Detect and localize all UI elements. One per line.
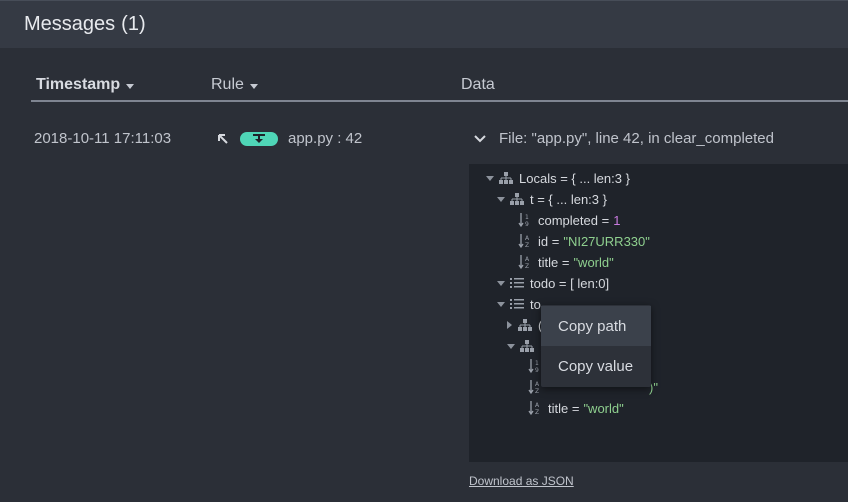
svg-text:Z: Z: [535, 409, 539, 416]
download-json-link[interactable]: Download as JSON: [469, 474, 574, 488]
chevron-down-icon: [474, 134, 486, 142]
svg-text:9: 9: [525, 221, 529, 228]
number-type-icon: 19: [518, 212, 532, 228]
collapsed-caret-icon[interactable]: [507, 321, 512, 329]
node-value: "world": [573, 254, 614, 270]
tree-node-completed[interactable]: 19 completed = 1: [518, 210, 620, 230]
string-type-icon: AZ: [528, 400, 542, 416]
arrow-up-left-icon[interactable]: [216, 132, 230, 146]
expand-caret-icon[interactable]: [497, 301, 505, 307]
header-divider: [31, 100, 848, 102]
node-label: todo = [ len:0]: [530, 275, 610, 291]
svg-text:1: 1: [525, 214, 529, 221]
rule-label: Rule: [211, 76, 244, 93]
step-into-icon: [253, 133, 265, 143]
tree-node-title-2[interactable]: AZ title = "world": [528, 398, 624, 418]
svg-text:Z: Z: [525, 263, 529, 270]
messages-title: Messages (1): [24, 13, 146, 36]
sort-caret-icon: [126, 83, 135, 89]
svg-text:A: A: [535, 402, 540, 409]
tree-node-todos[interactable]: to: [497, 294, 541, 314]
frame-location: File: "app.py", line 42, in clear_comple…: [499, 130, 774, 147]
expand-caret-icon[interactable]: [497, 196, 505, 202]
tree-node-id[interactable]: AZ id = "NI27URR330": [518, 231, 650, 251]
tree-node-locals[interactable]: Locals = { ... len:3 }: [486, 168, 630, 188]
svg-text:A: A: [535, 381, 540, 388]
string-type-icon: AZ: [528, 379, 542, 395]
node-key: title =: [538, 254, 570, 270]
rule-location: app.py : 42: [288, 130, 363, 147]
messages-header: Messages (1): [0, 0, 848, 48]
column-header-timestamp[interactable]: Timestamp: [36, 76, 135, 94]
string-type-icon: AZ: [518, 254, 532, 270]
svg-text:A: A: [525, 235, 530, 242]
node-value: "world": [583, 400, 624, 416]
list-icon: [510, 277, 524, 289]
row-rule: app.py : 42: [216, 130, 362, 147]
object-icon: [510, 193, 524, 205]
tree-node-t[interactable]: t = { ... len:3 }: [497, 189, 607, 209]
copy-path-menu-item[interactable]: Copy path: [541, 306, 651, 346]
string-type-icon: AZ: [518, 233, 532, 249]
tree-node-title[interactable]: AZ title = "world": [518, 252, 614, 272]
expand-caret-icon[interactable]: [486, 175, 494, 181]
svg-text:1: 1: [535, 360, 539, 367]
data-label: Data: [461, 76, 495, 93]
node-key: id =: [538, 233, 560, 249]
expand-caret-icon[interactable]: [507, 343, 515, 349]
expand-caret-icon[interactable]: [497, 280, 505, 286]
column-header-data: Data: [461, 76, 495, 94]
node-value: 1: [613, 212, 621, 228]
timestamp-label: Timestamp: [36, 76, 121, 93]
svg-text:9: 9: [535, 367, 539, 374]
context-menu: Copy path Copy value: [541, 305, 651, 387]
tree-node-child-0[interactable]: (: [507, 315, 542, 335]
node-key: title =: [548, 400, 580, 416]
messages-title-text: Messages: [24, 13, 116, 35]
row-timestamp: 2018-10-11 17:11:03: [34, 130, 172, 147]
svg-text:A: A: [525, 256, 530, 263]
svg-text:Z: Z: [525, 242, 529, 249]
node-label: t = { ... len:3 }: [530, 191, 607, 207]
node-key: completed =: [538, 212, 610, 228]
column-header-rule[interactable]: Rule: [211, 76, 258, 94]
breakpoint-badge[interactable]: [240, 131, 278, 146]
tree-node-todo[interactable]: todo = [ len:0]: [497, 273, 609, 293]
list-icon: [510, 298, 524, 310]
copy-value-menu-item[interactable]: Copy value: [541, 346, 651, 386]
node-value: "NI27URR330": [563, 233, 650, 249]
svg-text:Z: Z: [535, 388, 539, 395]
node-label: Locals = { ... len:3 }: [519, 170, 630, 186]
object-icon: [518, 319, 532, 331]
messages-count: (1): [121, 13, 146, 35]
object-icon: [499, 172, 513, 184]
node-label: to: [530, 296, 541, 312]
sort-caret-icon: [249, 83, 258, 89]
data-frame-header[interactable]: File: "app.py", line 42, in clear_comple…: [473, 130, 774, 147]
number-type-icon: 19: [528, 358, 542, 374]
object-icon: [520, 340, 534, 352]
